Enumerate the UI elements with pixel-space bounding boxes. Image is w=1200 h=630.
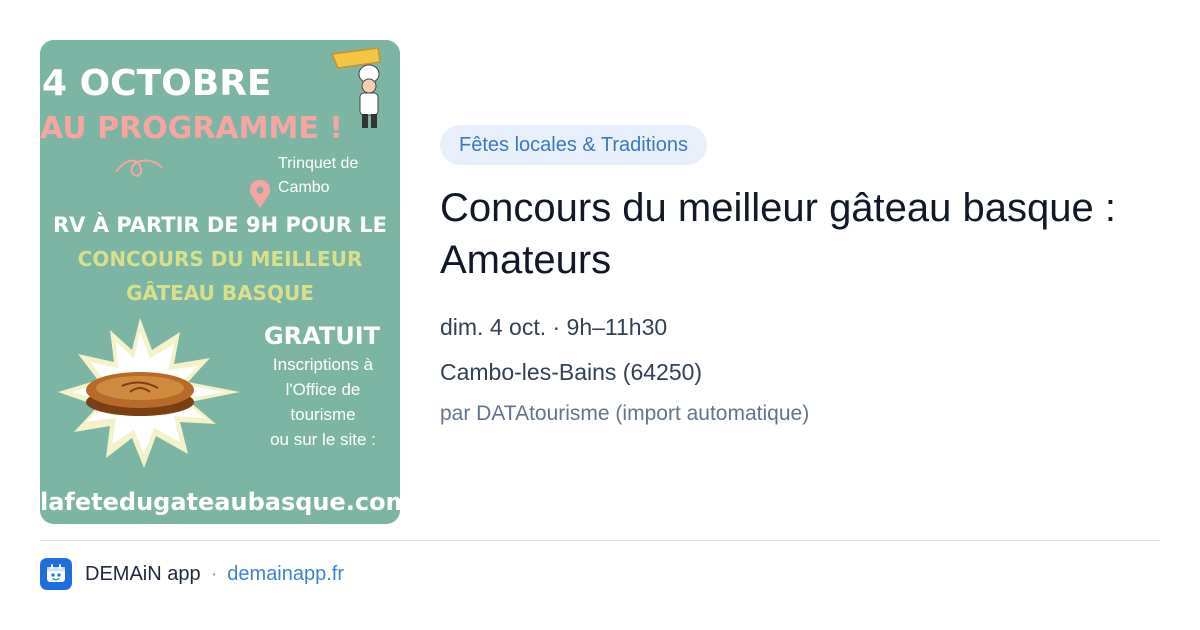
event-poster-image: 4 OCTOBRE AU PROGRAMME ! Trinquet de Cam… bbox=[40, 40, 400, 524]
poster-website-text: lafetedugateaubasque.com bbox=[40, 488, 400, 516]
poster-signup-line-4: ou sur le site : bbox=[270, 430, 376, 449]
app-name: DEMAiN app bbox=[85, 562, 201, 585]
poster-signup-line-3: tourisme bbox=[290, 405, 355, 424]
poster-signup-line-1: Inscriptions à bbox=[273, 355, 374, 374]
poster-location-line-1: Trinquet de bbox=[278, 155, 358, 172]
event-source: par DATAtourisme (import automatique) bbox=[440, 402, 810, 425]
event-title: Concours du meilleur gâteau basque : Ama… bbox=[440, 186, 1116, 282]
footer-separator: · bbox=[210, 562, 218, 585]
poster-contest-line-1: CONCOURS DU MEILLEUR bbox=[78, 247, 363, 271]
category-tag[interactable]: Fêtes locales & Traditions bbox=[440, 125, 707, 165]
event-location: Cambo-les-Bains (64250) bbox=[440, 359, 703, 385]
event-datetime: dim. 4 oct. · 9h–11h30 bbox=[440, 314, 668, 340]
poster-rv-text: RV À PARTIR DE 9H POUR LE bbox=[53, 212, 387, 237]
footer-divider bbox=[40, 540, 1160, 541]
poster-signup-line-2: l'Office de bbox=[286, 380, 361, 399]
poster-program-text: AU PROGRAMME ! bbox=[40, 111, 343, 146]
poster-free-label: GRATUIT bbox=[264, 322, 381, 350]
app-logo-icon bbox=[40, 558, 72, 590]
app-domain-link[interactable]: demainapp.fr bbox=[227, 563, 344, 586]
footer: DEMAiN app · demainapp.fr bbox=[40, 558, 344, 590]
poster-contest-line-2: GÂTEAU BASQUE bbox=[126, 281, 314, 305]
poster-location-line-2: Cambo bbox=[278, 179, 330, 196]
poster-date-text: 4 OCTOBRE bbox=[42, 63, 272, 104]
